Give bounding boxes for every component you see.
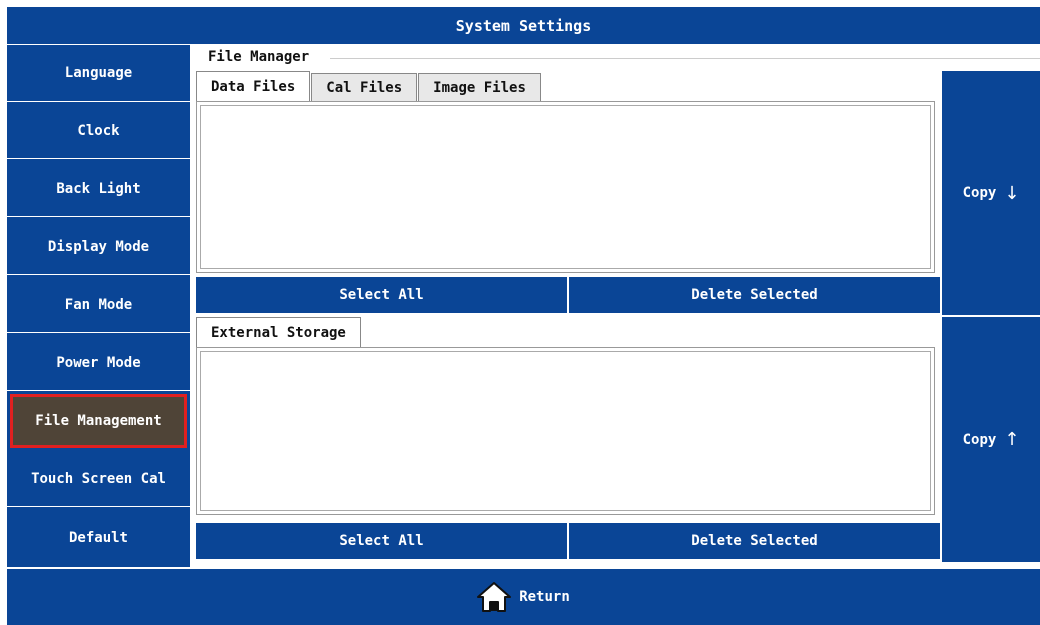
sidebar-item-label: Back Light	[56, 180, 141, 197]
copy-up-label: Copy	[962, 431, 997, 448]
external-select-all-button[interactable]: Select All	[196, 523, 567, 559]
data-files-list[interactable]	[196, 101, 935, 273]
tab-external-storage[interactable]: External Storage	[196, 317, 361, 347]
tab-data-files[interactable]: Data Files	[196, 71, 311, 101]
sidebar-item-label: Power Mode	[56, 354, 141, 371]
home-icon	[477, 582, 512, 612]
title-bar: System Settings	[7, 7, 1040, 45]
external-tabs: External Storage	[196, 317, 362, 347]
sidebar-item-label: Touch Screen Cal	[31, 470, 166, 487]
return-button[interactable]: Return	[7, 567, 1040, 625]
arrow-up-icon: ↑	[1004, 429, 1020, 450]
sidebar-item-file-management[interactable]: File Management	[10, 394, 187, 448]
sidebar-item-label: Display Mode	[47, 238, 150, 255]
file-manager-title: File Manager	[208, 49, 310, 65]
internal-actions: Select All Delete Selected	[196, 277, 940, 313]
tab-image-files[interactable]: Image Files	[418, 73, 541, 101]
sidebar-item-label: Default	[68, 530, 128, 546]
return-label: Return	[519, 589, 570, 605]
delete-selected-button[interactable]: Delete Selected	[567, 277, 940, 313]
tab-cal-files[interactable]: Cal Files	[311, 73, 418, 101]
external-actions: Select All Delete Selected	[196, 523, 940, 559]
sidebar-item-label: Fan Mode	[64, 296, 133, 313]
external-delete-selected-button[interactable]: Delete Selected	[567, 523, 940, 559]
copy-down-label: Copy	[962, 185, 997, 201]
external-storage-list[interactable]	[196, 347, 935, 515]
sidebar: Language Clock Back Light Display Mode F…	[7, 45, 190, 567]
sidebar-item-display-mode[interactable]: Display Mode	[7, 219, 190, 275]
copy-up-button[interactable]: Copy ↑	[942, 317, 1040, 562]
select-all-button[interactable]: Select All	[196, 277, 567, 313]
group-divider	[330, 58, 1040, 59]
sidebar-item-power-mode[interactable]: Power Mode	[7, 335, 190, 391]
arrow-down-icon: ↓	[1004, 182, 1020, 204]
sidebar-item-fan-mode[interactable]: Fan Mode	[7, 277, 190, 333]
sidebar-item-touch-screen-cal[interactable]: Touch Screen Cal	[7, 451, 190, 507]
main-panel: File Manager Data Files Cal Files Image …	[190, 45, 1040, 567]
sidebar-item-back-light[interactable]: Back Light	[7, 161, 190, 217]
window-title: System Settings	[455, 16, 592, 35]
sidebar-item-clock[interactable]: Clock	[7, 103, 190, 159]
sidebar-item-label: Clock	[77, 122, 120, 139]
copy-down-button[interactable]: Copy ↓	[942, 71, 1040, 315]
sidebar-item-label: Language	[64, 65, 133, 81]
sidebar-item-language[interactable]: Language	[7, 45, 190, 102]
sidebar-item-default[interactable]: Default	[7, 509, 190, 567]
file-tabs: Data Files Cal Files Image Files	[196, 71, 542, 101]
sidebar-item-label: File Management	[35, 413, 162, 429]
